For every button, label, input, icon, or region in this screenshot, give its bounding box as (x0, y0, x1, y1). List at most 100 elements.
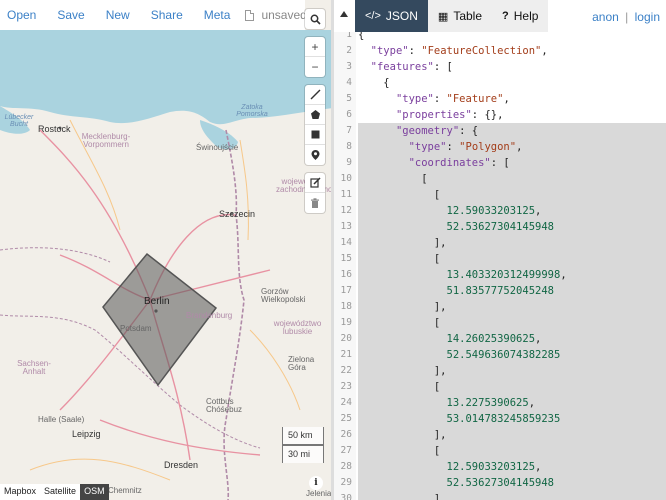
trash-icon (311, 197, 319, 208)
map-view[interactable]: Rostock Mecklenburg-Vorpommern Świnoujśc… (0, 0, 333, 500)
code-line[interactable]: 25 53.014783245859235 (334, 411, 666, 427)
code-line[interactable]: 18 ], (334, 299, 666, 315)
code-line[interactable]: 28 12.59033203125, (334, 459, 666, 475)
user-links: anon | login (592, 10, 660, 24)
code-text: [ (358, 171, 427, 187)
line-number: 8 (346, 141, 352, 152)
menu-new[interactable]: New (106, 8, 130, 22)
code-line[interactable]: 21 52.549636074382285 (334, 347, 666, 363)
code-line[interactable]: 26 ], (334, 427, 666, 443)
line-number: 10 (340, 173, 352, 184)
code-text: { (358, 32, 364, 43)
anon-link[interactable]: anon (592, 10, 619, 24)
code-line[interactable]: 5 "type": "Feature", (334, 91, 666, 107)
code-token: ], (358, 429, 447, 441)
plus-icon: + (311, 39, 319, 54)
code-token: "properties" (395, 109, 472, 121)
code-line[interactable]: 8 "type": "Polygon", (334, 139, 666, 155)
table-icon: ▦ (437, 10, 449, 23)
code-line[interactable]: 2 "type": "FeatureCollection", (334, 43, 666, 59)
tab-help-label: Help (513, 9, 539, 23)
code-line[interactable]: 9 "coordinates": [ (334, 155, 666, 171)
tab-table[interactable]: ▦ Table (427, 0, 493, 32)
code-token: [ (358, 317, 441, 329)
code-line[interactable]: 17 51.83577752045248 (334, 283, 666, 299)
scale-imperial: 30 mi (282, 445, 324, 463)
draw-marker-button[interactable] (305, 145, 325, 165)
code-line[interactable]: 30 ] (334, 491, 666, 500)
menu-meta[interactable]: Meta (204, 8, 231, 22)
menu-open[interactable]: Open (7, 8, 36, 22)
line-number: 9 (346, 157, 352, 168)
code-line[interactable]: 11 [ (334, 187, 666, 203)
code-token: , (560, 269, 567, 281)
login-link[interactable]: login (635, 10, 660, 24)
tab-help[interactable]: ? Help (492, 0, 549, 32)
code-text: { (358, 75, 389, 91)
search-button[interactable] (305, 9, 325, 29)
code-token: , (528, 397, 536, 409)
label-dresden: Dresden (164, 460, 199, 470)
layer-switcher: Mapbox Satellite OSM (0, 484, 109, 500)
line-number: 2 (346, 45, 352, 56)
code-line[interactable]: 1{ (334, 32, 666, 43)
code-line[interactable]: 15 [ (334, 251, 666, 267)
code-line[interactable]: 3 "features": [ (334, 59, 666, 75)
mode-tabs: </> JSON ▦ Table ? Help (355, 0, 549, 32)
code-line[interactable]: 27 [ (334, 443, 666, 459)
info-button[interactable]: i (309, 476, 323, 490)
label-cottbus: Cottbus Chóśebuz (206, 397, 243, 414)
line-number: 12 (340, 205, 352, 216)
line-number: 13 (340, 221, 352, 232)
draw-polygon-button[interactable] (305, 105, 325, 125)
code-text: [ (358, 187, 440, 203)
code-line[interactable]: 10 [ (334, 171, 666, 187)
edit-icon (309, 177, 321, 188)
draw-line-button[interactable] (305, 85, 325, 105)
code-line[interactable]: 13 52.53627304145948 (334, 219, 666, 235)
layer-osm[interactable]: OSM (80, 484, 109, 500)
map-tiles (0, 30, 333, 500)
code-line[interactable]: 16 13.403320312499998, (334, 267, 666, 283)
code-token: : [ (433, 61, 453, 73)
code-line[interactable]: 22 ], (334, 363, 666, 379)
code-line[interactable]: 12 12.59033203125, (334, 203, 666, 219)
menu-share[interactable]: Share (151, 8, 183, 22)
line-number: 22 (340, 365, 352, 376)
layer-satellite[interactable]: Satellite (40, 484, 80, 500)
code-token: 13.403320312499998 (446, 269, 561, 281)
file-icon (245, 9, 255, 21)
code-line[interactable]: 14 ], (334, 235, 666, 251)
code-text: ], (358, 235, 447, 251)
zoom-in-button[interactable]: + (305, 37, 325, 57)
delete-layers-button[interactable] (305, 193, 325, 213)
label-gorzow: Gorzów Wielkopolski (261, 287, 306, 304)
menu-save[interactable]: Save (57, 8, 84, 22)
code-token: , (516, 141, 523, 153)
json-editor[interactable]: 1{2 "type": "FeatureCollection", 3 "featu… (334, 32, 666, 500)
code-line[interactable]: 19 [ (334, 315, 666, 331)
layer-mapbox[interactable]: Mapbox (0, 484, 40, 500)
edit-layers-button[interactable] (305, 173, 325, 193)
draw-rectangle-button[interactable] (305, 125, 325, 145)
code-line[interactable]: 7 "geometry": { (334, 123, 666, 139)
code-token: : (433, 93, 447, 105)
code-line[interactable]: 20 14.26025390625, (334, 331, 666, 347)
code-line[interactable]: 4 { (334, 75, 666, 91)
line-number: 24 (340, 397, 352, 408)
scale-metric: 50 km (282, 427, 324, 445)
code-token: ], (358, 237, 447, 249)
code-line[interactable]: 6 "properties": {}, (334, 107, 666, 123)
collapse-panel-icon[interactable] (340, 11, 348, 17)
zoom-out-button[interactable]: − (305, 57, 325, 77)
code-line[interactable]: 23 [ (334, 379, 666, 395)
code-line[interactable]: 24 13.2275390625, (334, 395, 666, 411)
code-line[interactable]: 29 52.53627304145948 (334, 475, 666, 491)
line-icon (310, 89, 320, 100)
tab-json[interactable]: </> JSON (355, 0, 428, 32)
code-icon: </> (365, 10, 381, 22)
